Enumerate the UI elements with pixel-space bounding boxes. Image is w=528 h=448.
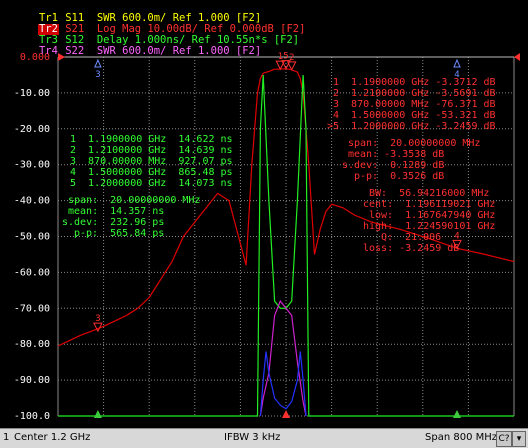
s21-cent: cent: 1.196119021 GHz xyxy=(363,199,496,210)
s21-marker-1: 1 1.1900000 GHz -3.3712 dB xyxy=(333,77,496,88)
correction-button[interactable]: C? xyxy=(496,431,512,447)
if-bandwidth[interactable]: IFBW 3 kHz xyxy=(224,432,280,443)
bottom-marker-0-icon xyxy=(93,410,102,418)
y-tick-label: -30.00 xyxy=(14,160,50,171)
stim-marker-3-label: 3 xyxy=(95,70,100,80)
bottom-marker-1-icon xyxy=(282,410,290,418)
y-tick-label: -40.00 xyxy=(14,196,50,207)
s12-stat-span: span: 20.00000000 MHz xyxy=(68,195,201,206)
y-tick-label: -10.00 xyxy=(14,88,50,99)
y-tick-label: -20.00 xyxy=(14,124,50,135)
s12-stat-sdev: s.dev: 232.96 ps xyxy=(62,217,165,228)
trace-4-header[interactable]: Tr4 S22 SWR 600.0m/ Ref 1.000 [F2] xyxy=(0,35,261,57)
stim-marker-4-icon xyxy=(453,58,461,68)
marker-5-label: 5 xyxy=(283,52,288,62)
s21-stat-sdev: s.dev: 0.1289 dB xyxy=(342,160,445,171)
trace-2-header[interactable]: Tr2 S21 Log Mag 10.00dB/ Ref 0.000dB [F2… xyxy=(0,13,305,35)
y-tick-label: -100.0 xyxy=(14,411,50,422)
s21-stat-mean: mean: -3.3538 dB xyxy=(348,149,445,160)
s12-stat-pp: p-p: 565.84 ps xyxy=(74,228,165,239)
s21-high: high: 1.224590101 GHz xyxy=(363,221,496,232)
s21-marker-5: >5 1.2000000 GHz -3.2459 dB xyxy=(327,121,496,132)
s12-marker-4: 4 1.5000000 GHz 865.48 ps xyxy=(70,167,233,178)
s21-stat-span: span: 20.00000000 MHz xyxy=(348,138,481,149)
span-frequency[interactable]: Span 800 MHz xyxy=(425,432,497,443)
s21-marker-4: 4 1.5000000 GHz -53.321 dB xyxy=(333,110,496,121)
stim-marker-3-icon xyxy=(94,58,102,68)
trace-4-desc: S22 SWR 600.0m/ Ref 1.000 [F2] xyxy=(58,45,262,57)
status-menu-button[interactable]: ▾ xyxy=(512,431,526,447)
trace-4-tag[interactable]: Tr4 xyxy=(38,46,59,57)
s12-stat-mean: mean: 14.357 ns xyxy=(68,206,165,217)
trace-1-header[interactable]: Tr1 S11 SWR 600.0m/ Ref 1.000 [F2] xyxy=(0,2,261,24)
marker-4-label: 4 xyxy=(454,231,459,241)
s21-loss: loss: -3.2459 dB xyxy=(363,243,460,254)
y-tick-label: -70.00 xyxy=(14,303,50,314)
vna-screen: 0.000 -10.00 -20.00 -30.00 -40.00 -50.00 -60.0… xyxy=(0,0,528,448)
s12-marker-1: 1 1.1900000 GHz 14.622 ns xyxy=(70,134,233,145)
y-tick-label: -80.00 xyxy=(14,339,50,350)
s12-marker-3: 3 870.00000 MHz 927.07 ps xyxy=(70,156,233,167)
s21-marker-2: 2 1.2100000 GHz -3.5691 dB xyxy=(333,88,496,99)
s12-marker-5: 5 1.2000000 GHz 14.073 ns xyxy=(70,178,233,189)
y-tick-label: -90.00 xyxy=(14,375,50,386)
s21-marker-3: 3 870.00000 MHz -76.371 dB xyxy=(333,99,496,110)
channel-number[interactable]: 1 xyxy=(3,432,9,443)
y-tick-label: -60.00 xyxy=(14,267,50,278)
marker-3-label: 3 xyxy=(95,314,100,324)
bottom-marker-2-icon xyxy=(453,410,461,418)
status-bar: 1 Center 1.2 GHz IFBW 3 kHz Span 800 MHz… xyxy=(0,428,528,448)
center-frequency[interactable]: Center 1.2 GHz xyxy=(14,432,90,443)
trace-3-header[interactable]: Tr3 S12 Delay 1.000ns/ Ref 10.55n*s [F2] xyxy=(0,24,299,46)
s21-low: low: 1.167647940 GHz xyxy=(369,210,496,221)
y-tick-label: -50.00 xyxy=(14,232,50,243)
s12-marker-2: 2 1.2100000 GHz 14.639 ns xyxy=(70,145,233,156)
s21-bw: BW: 56.94216000 MHz xyxy=(369,188,490,199)
s21-q: Q: 21.006 xyxy=(381,232,442,243)
trace-s11-swr xyxy=(259,351,307,417)
s21-stat-pp: p-p: 0.3526 dB xyxy=(354,171,445,182)
ref-arrow-right-icon xyxy=(514,53,520,61)
